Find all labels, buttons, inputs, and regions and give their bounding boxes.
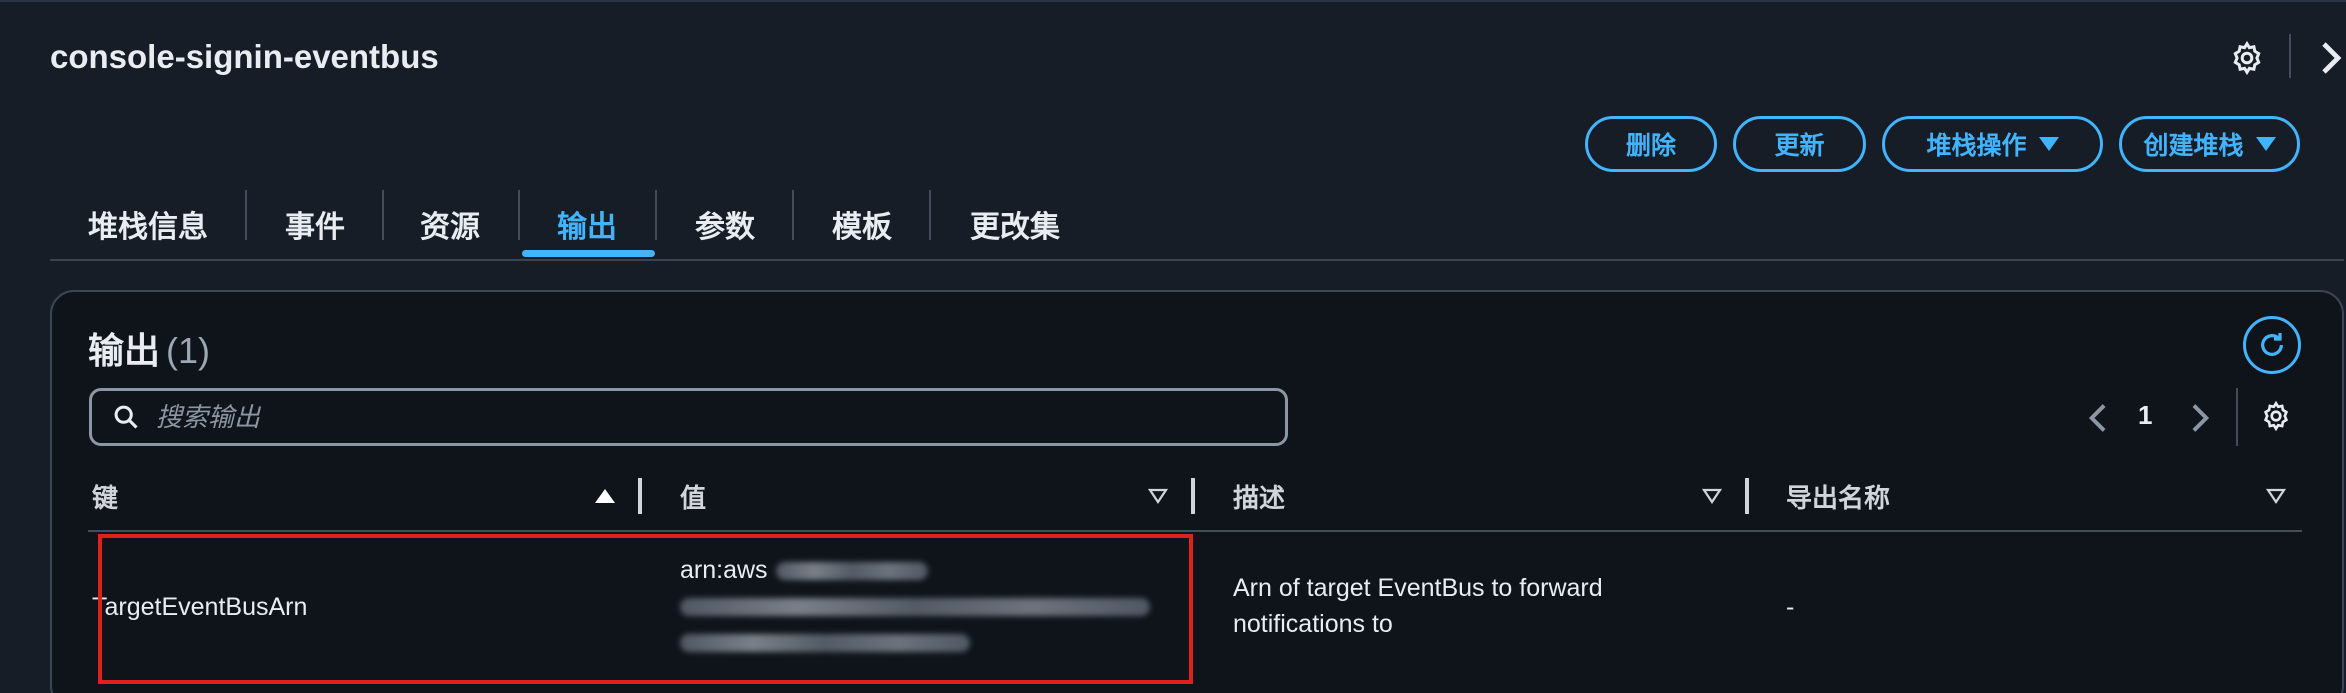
tab-change-sets[interactable]: 更改集 — [955, 196, 1075, 252]
delete-button-label: 删除 — [1625, 132, 1676, 160]
pagination-next-icon[interactable] — [2190, 402, 2212, 434]
tab-separator — [245, 190, 247, 240]
stack-actions-label: 堆栈操作 — [1926, 132, 2027, 160]
tab-resources[interactable]: 资源 — [405, 196, 495, 252]
tab-stack-info[interactable]: 堆栈信息 — [78, 196, 218, 252]
search-field[interactable] — [89, 388, 1288, 446]
tab-separator — [929, 190, 931, 240]
column-header-key[interactable]: 键 — [92, 478, 118, 515]
outputs-title-text: 输出 — [88, 330, 161, 371]
tab-separator — [655, 190, 657, 240]
red-highlight-annotation — [98, 534, 1193, 684]
sort-toggle-icon[interactable] — [1148, 488, 1168, 504]
caret-down-icon — [2038, 137, 2059, 151]
sort-toggle-icon[interactable] — [1702, 488, 1722, 504]
column-header-export-name[interactable]: 导出名称 — [1786, 478, 1890, 515]
column-resizer[interactable] — [1745, 478, 1749, 514]
tab-separator — [518, 190, 520, 240]
pagination-current-page[interactable]: 1 — [2138, 400, 2152, 431]
header-divider — [2289, 34, 2291, 78]
search-icon — [114, 405, 138, 429]
page-title: console-signin-eventbus — [50, 38, 439, 75]
update-button[interactable]: 更新 — [1733, 116, 1866, 172]
search-input[interactable] — [156, 401, 1256, 433]
refresh-icon — [2261, 333, 2283, 356]
tab-separator — [792, 190, 794, 240]
tabs-divider — [50, 259, 2344, 261]
column-header-description[interactable]: 描述 — [1233, 478, 1285, 515]
tab-parameters[interactable]: 参数 — [680, 196, 770, 252]
tab-events[interactable]: 事件 — [270, 196, 360, 252]
stack-actions-dropdown[interactable]: 堆栈操作 — [1882, 116, 2103, 172]
tab-template[interactable]: 模板 — [817, 196, 907, 252]
caret-down-icon — [2255, 137, 2276, 151]
row-description-line-2: notifications to — [1233, 610, 1393, 638]
top-border — [0, 0, 2346, 2]
refresh-button[interactable] — [2243, 316, 2301, 374]
row-description-line-1: Arn of target EventBus to forward — [1233, 574, 1603, 602]
table-header-divider — [88, 530, 2302, 532]
tab-outputs[interactable]: 输出 — [542, 196, 632, 252]
row-export-name: - — [1786, 593, 1795, 621]
delete-button[interactable]: 删除 — [1585, 116, 1717, 172]
column-resizer[interactable] — [638, 478, 642, 514]
create-stack-dropdown[interactable]: 创建堆栈 — [2119, 116, 2300, 172]
outputs-title: 输出 (1) — [88, 322, 210, 374]
active-tab-indicator — [522, 250, 655, 257]
create-stack-label: 创建堆栈 — [2143, 132, 2244, 160]
column-resizer[interactable] — [1191, 478, 1195, 514]
sort-toggle-icon[interactable] — [2266, 488, 2286, 504]
settings-gear-icon[interactable] — [2229, 40, 2265, 76]
tab-separator — [382, 190, 384, 240]
update-button-label: 更新 — [1774, 132, 1825, 160]
pagination-prev-icon[interactable] — [2086, 402, 2108, 434]
column-header-value[interactable]: 值 — [680, 478, 706, 515]
sort-ascending-icon[interactable] — [595, 489, 615, 503]
table-preferences-gear-icon[interactable] — [2260, 400, 2292, 432]
chevron-right-icon[interactable] — [2318, 40, 2342, 76]
outputs-count: (1) — [166, 330, 211, 371]
pagination-divider — [2236, 388, 2238, 446]
